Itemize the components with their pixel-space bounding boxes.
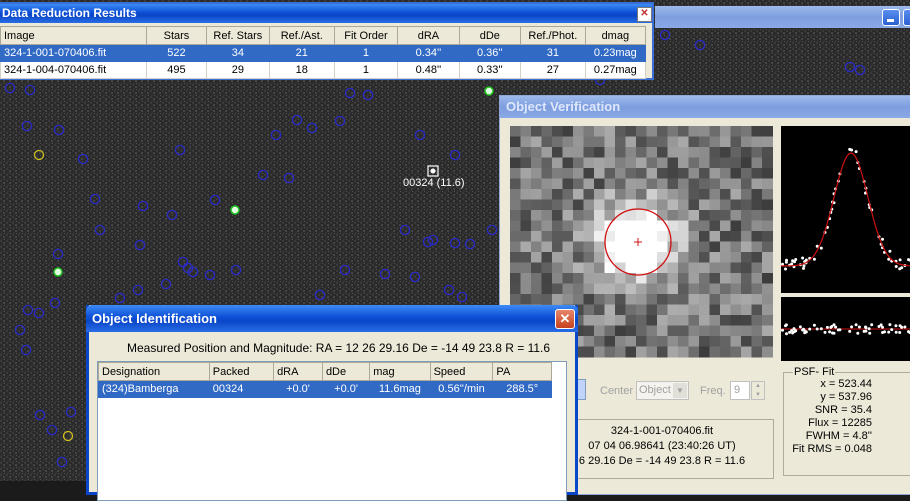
column-header[interactable]: Ref. Stars xyxy=(206,27,269,45)
psf-value: Fit RMS = 0.048 xyxy=(784,443,872,456)
data-reduction-titlebar[interactable]: Data Reduction Results xyxy=(0,4,652,23)
data-reduction-title: Data Reduction Results xyxy=(2,6,137,20)
center-label: Center xyxy=(600,385,633,397)
table-cell: 0.36'' xyxy=(459,45,520,62)
data-reduction-window: Data Reduction Results ✕ ImageStarsRef. … xyxy=(0,2,654,80)
psf-fit-group: PSF- Fit x = 523.44y = 537.96SNR = 35.4F… xyxy=(783,372,910,476)
psf-value: y = 537.96 xyxy=(784,391,872,404)
table-cell: 31 xyxy=(521,45,586,62)
chevron-down-icon: ▼ xyxy=(673,383,687,398)
table-cell: 0.56''/min xyxy=(430,381,493,398)
column-header[interactable]: Packed xyxy=(209,363,273,381)
object-identification-window: Object Identification ✕ Measured Positio… xyxy=(86,305,578,495)
column-header[interactable]: dmag xyxy=(585,27,645,45)
table-cell: 288.5° xyxy=(493,381,552,398)
table-cell: 0.27mag xyxy=(585,62,645,79)
object-identification-titlebar[interactable]: Object Identification xyxy=(86,305,578,332)
table-cell: 522 xyxy=(147,45,207,62)
table-cell: 0.34'' xyxy=(398,45,459,62)
close-icon: ✕ xyxy=(560,311,571,326)
table-cell: 1 xyxy=(334,62,398,79)
column-header[interactable]: Speed xyxy=(430,363,493,381)
table-cell: 0.33'' xyxy=(459,62,520,79)
identification-table: DesignationPackeddRAdDemagSpeedPA (324)B… xyxy=(98,362,552,398)
table-cell: 11.6mag xyxy=(370,381,430,398)
info-line: 6 29.16 De = -14 49 23.8 R = 11.6 xyxy=(551,454,773,469)
data-reduction-table: ImageStarsRef. StarsRef./Ast.Fit OrderdR… xyxy=(0,26,646,79)
table-cell: 34 xyxy=(206,45,269,62)
table-cell: 27 xyxy=(521,62,586,79)
object-verification-titlebar[interactable]: Object Verification xyxy=(500,96,910,118)
freq-input[interactable]: 9 xyxy=(730,381,750,400)
psf-value: Flux = 12285 xyxy=(784,417,872,430)
table-cell: (324)Bamberga xyxy=(99,381,210,398)
center-select[interactable]: Object ▼ xyxy=(636,381,689,400)
column-header[interactable]: Ref./Ast. xyxy=(269,27,334,45)
column-header[interactable]: PA xyxy=(493,363,552,381)
table-cell: 0.23mag xyxy=(585,45,645,62)
psf-value: x = 523.44 xyxy=(784,378,872,391)
table-cell: 00324 xyxy=(209,381,273,398)
info-line: 07 04 06.98641 (23:40:26 UT) xyxy=(551,439,773,454)
column-header[interactable]: Ref./Phot. xyxy=(521,27,586,45)
table-cell: 324-1-001-070406.fit xyxy=(1,45,147,62)
column-header[interactable]: dDe xyxy=(322,363,369,381)
column-header[interactable]: dRA xyxy=(274,363,323,381)
table-cell: 0.48'' xyxy=(398,62,459,79)
column-header[interactable]: Image xyxy=(1,27,147,45)
table-row[interactable]: 324-1-001-070406.fit522342110.34''0.36''… xyxy=(1,45,646,62)
minimize-button[interactable] xyxy=(882,9,900,26)
column-header[interactable]: Fit Order xyxy=(334,27,398,45)
psf-fit-label: PSF- Fit xyxy=(793,366,835,378)
maximize-button[interactable] xyxy=(903,9,910,26)
table-row[interactable]: 324-1-004-070406.fit495291810.48''0.33''… xyxy=(1,62,646,79)
table-cell: +0.0' xyxy=(322,381,369,398)
table-cell: 324-1-004-070406.fit xyxy=(1,62,147,79)
column-header[interactable]: mag xyxy=(370,363,430,381)
column-header[interactable]: dDe xyxy=(459,27,520,45)
info-line: 324-1-001-070406.fit xyxy=(551,424,773,439)
column-header[interactable]: Stars xyxy=(147,27,207,45)
table-cell: 495 xyxy=(147,62,207,79)
column-header[interactable]: Designation xyxy=(99,363,210,381)
freq-label: Freq. xyxy=(700,385,726,397)
minimize-icon xyxy=(887,19,894,22)
table-cell: +0.0' xyxy=(274,381,323,398)
table-row[interactable]: (324)Bamberga00324+0.0'+0.0'11.6mag0.56'… xyxy=(99,381,552,398)
table-cell: 18 xyxy=(269,62,334,79)
data-reduction-close-button[interactable]: ✕ xyxy=(637,7,652,22)
psf-profile-plot xyxy=(781,126,910,361)
measured-position-text: Measured Position and Magnitude: RA = 12… xyxy=(127,341,550,355)
table-cell: 29 xyxy=(206,62,269,79)
psf-value: SNR = 35.4 xyxy=(784,404,872,417)
table-cell: 21 xyxy=(269,45,334,62)
object-identification-title: Object Identification xyxy=(92,311,217,326)
freq-value: 9 xyxy=(734,384,740,396)
identification-list[interactable]: DesignationPackeddRAdDemagSpeedPA (324)B… xyxy=(97,361,567,501)
freq-spinner[interactable]: ▲▼ xyxy=(751,381,765,400)
background-window-titlebar[interactable] xyxy=(655,6,910,28)
psf-value: FWHM = 4.8'' xyxy=(784,430,872,443)
close-icon: ✕ xyxy=(640,8,648,19)
column-header[interactable]: dRA xyxy=(398,27,459,45)
image-info-box: 324-1-001-070406.fit07 04 06.98641 (23:4… xyxy=(550,419,774,479)
center-select-value: Object xyxy=(639,384,671,396)
table-cell: 1 xyxy=(334,45,398,62)
object-verification-title: Object Verification xyxy=(506,99,620,114)
object-label: 00324 (11.6) xyxy=(403,177,465,189)
object-identification-close-button[interactable]: ✕ xyxy=(555,309,575,329)
